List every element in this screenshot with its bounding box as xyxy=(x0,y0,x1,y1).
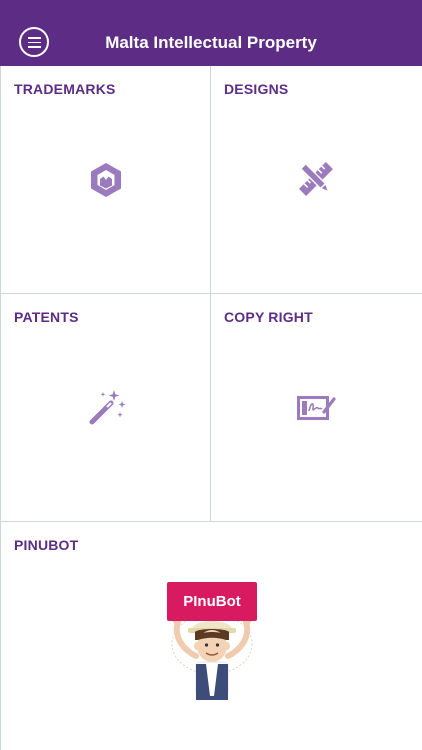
tile-label-patents: PATENTS xyxy=(14,309,79,325)
tile-label-designs: DESIGNS xyxy=(224,81,289,97)
tile-copy-right[interactable]: COPY RIGHT xyxy=(211,294,422,522)
tile-label-pinubot: PINUBOT xyxy=(14,537,79,553)
tile-patents[interactable]: PATENTS xyxy=(0,294,211,522)
app-header: Malta Intellectual Property xyxy=(0,0,422,66)
tile-label-copy-right: COPY RIGHT xyxy=(224,309,313,325)
page-title: Malta Intellectual Property xyxy=(105,33,317,52)
signature-pad-icon xyxy=(297,396,336,420)
tile-designs[interactable]: DESIGNS xyxy=(211,66,422,294)
hamburger-menu-icon[interactable] xyxy=(19,27,49,57)
tile-label-trademarks: TRADEMARKS xyxy=(14,81,116,97)
magic-wand-icon xyxy=(89,390,126,425)
pinubot-sign: PInuBot xyxy=(167,582,257,621)
tile-trademarks[interactable]: TRADEMARKS xyxy=(0,66,211,294)
pencil-ruler-icon xyxy=(299,162,333,196)
hexagon-badge-icon xyxy=(91,163,121,197)
